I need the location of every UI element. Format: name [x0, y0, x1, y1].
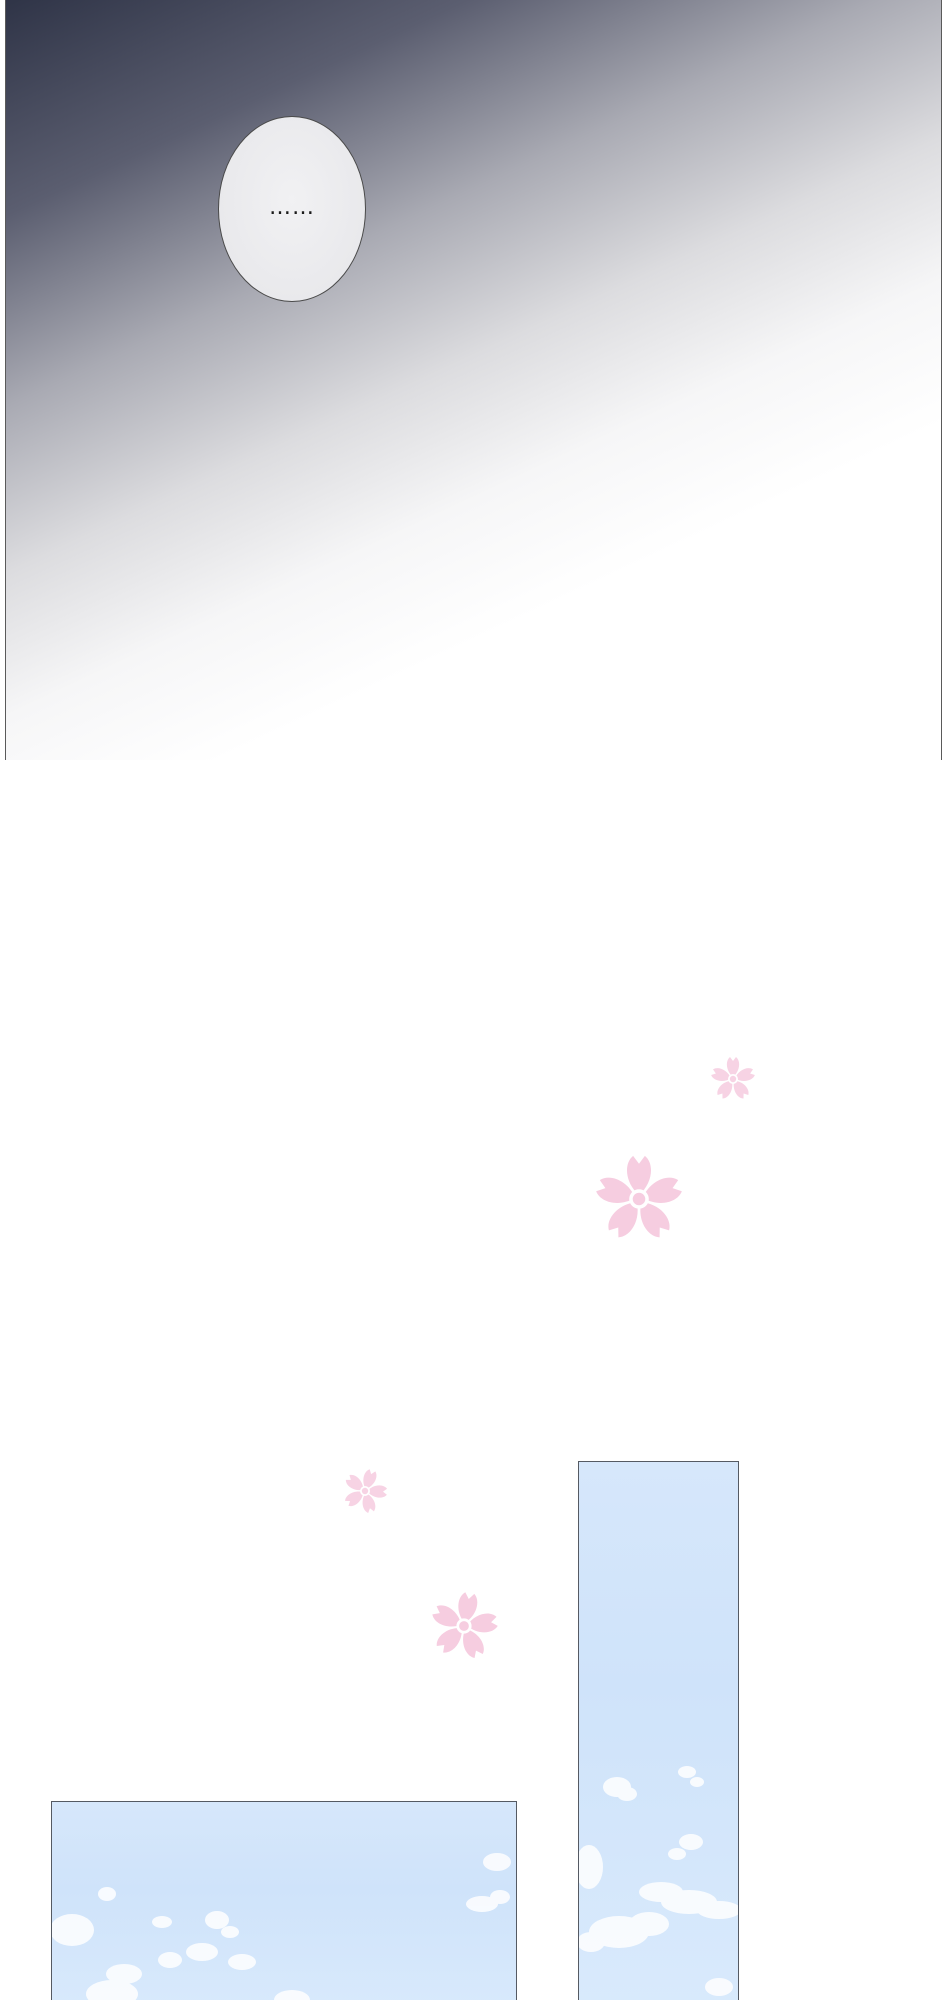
cloud-icon [579, 1766, 738, 1996]
sky-panel-tall [578, 1461, 739, 2000]
comic-page: …… [0, 0, 950, 2000]
sakura-flower-icon [345, 1469, 388, 1513]
cloud-icon [52, 1853, 511, 2000]
sakura-flower-icon [432, 1592, 498, 1659]
speech-bubble-text: …… [269, 194, 315, 220]
sky-panel-wide [51, 1801, 517, 2000]
speech-bubble: …… [218, 116, 366, 302]
gradient-panel: …… [5, 0, 942, 760]
sakura-flower-icon [711, 1057, 755, 1099]
sakura-flower-icon [596, 1155, 682, 1238]
